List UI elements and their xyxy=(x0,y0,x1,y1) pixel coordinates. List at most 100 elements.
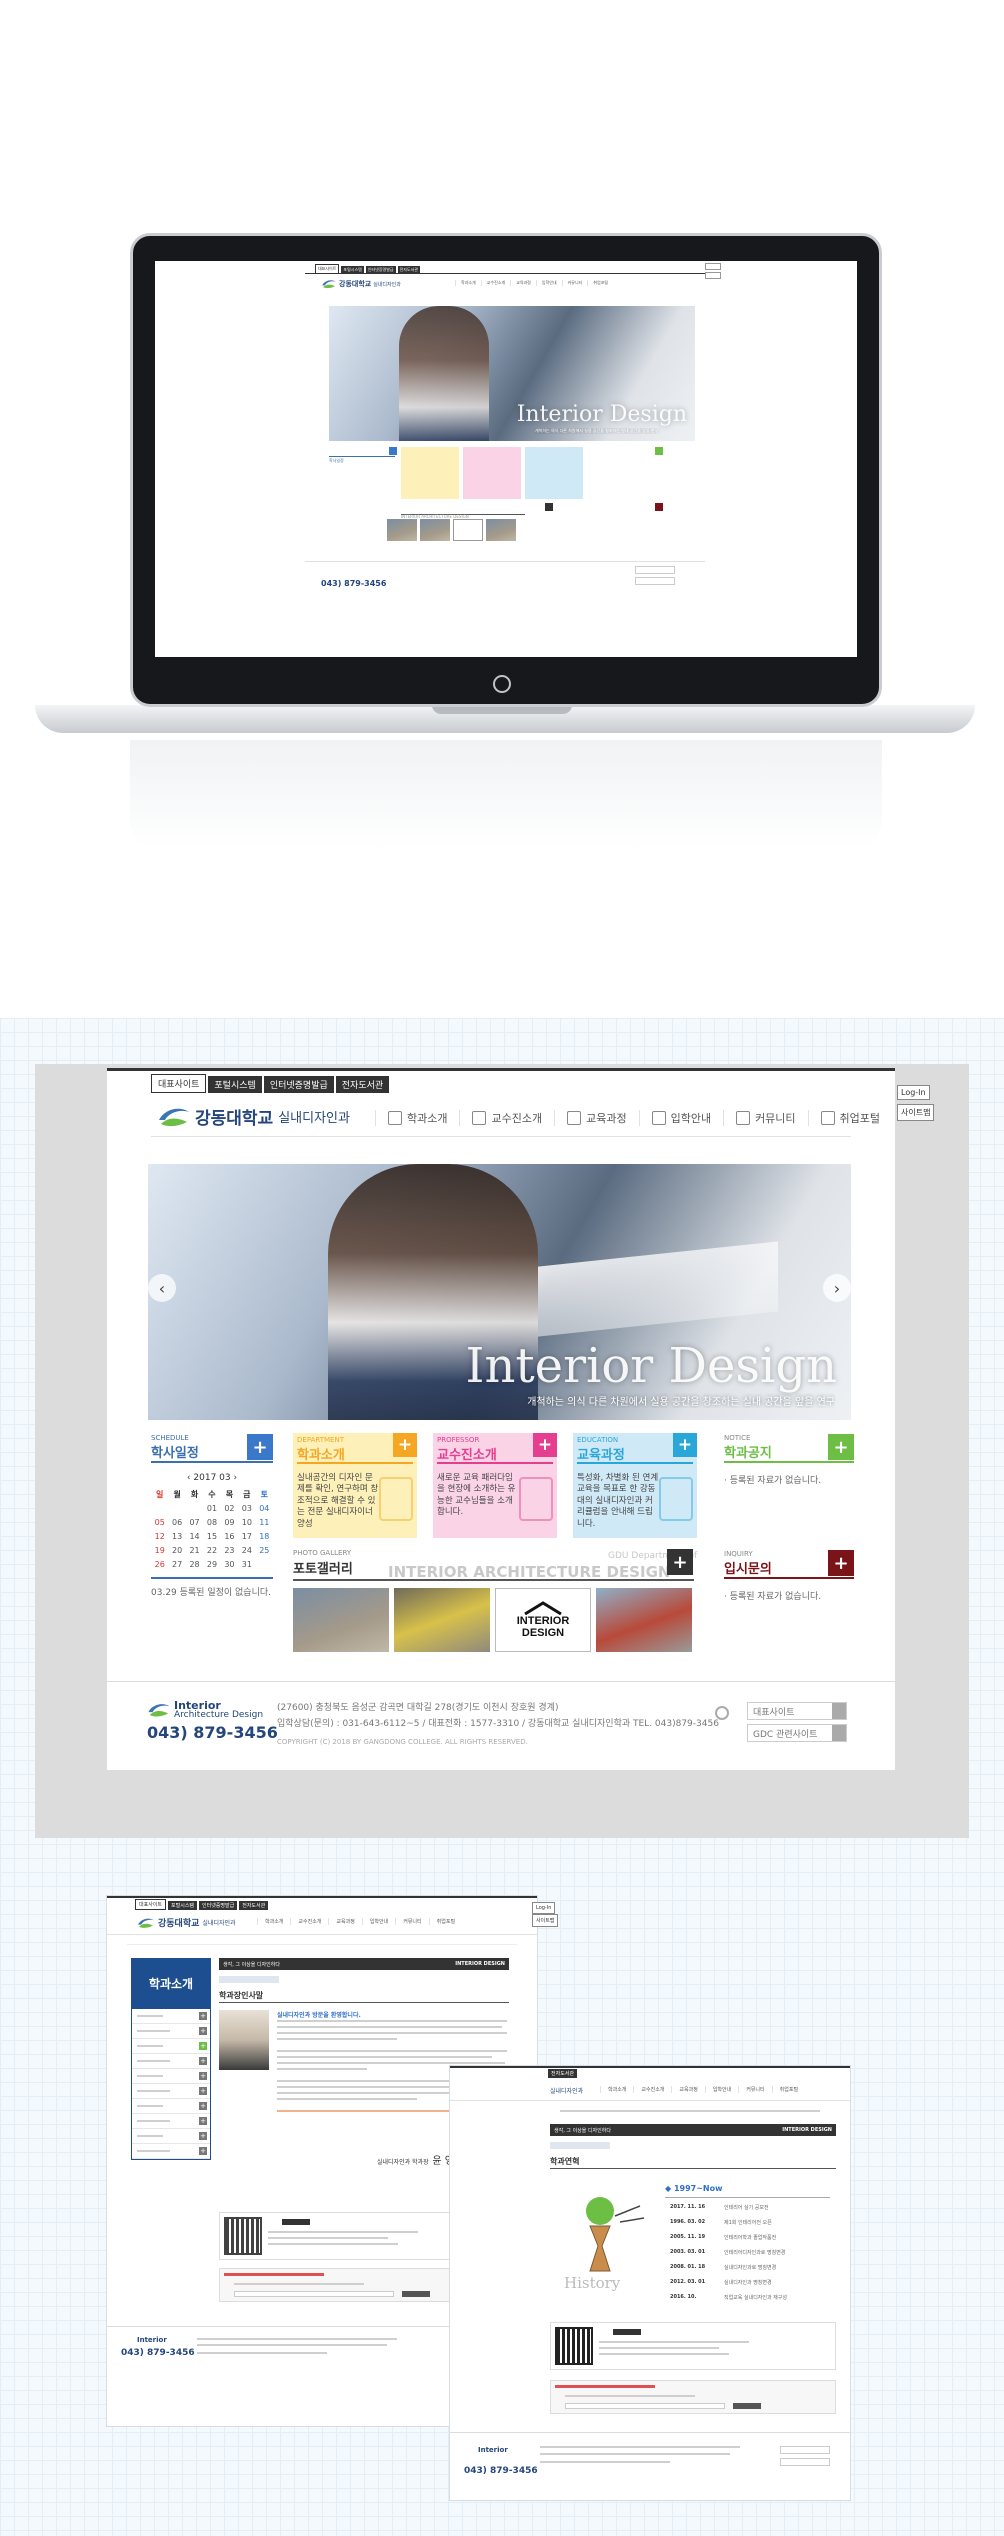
nav-item[interactable]: 교수진소개 xyxy=(290,1918,328,1925)
mini-nav-item[interactable]: 교수진소개 xyxy=(480,280,510,286)
calendar-day[interactable]: 11 xyxy=(256,1518,273,1527)
calendar-day[interactable]: 24 xyxy=(238,1546,255,1555)
calendar-day[interactable]: 06 xyxy=(168,1518,185,1527)
calendar-day[interactable]: 05 xyxy=(151,1518,168,1527)
nav-item[interactable]: 학과소개 xyxy=(600,2086,633,2093)
nav-department[interactable]: 학과소개 xyxy=(375,1110,459,1126)
top-link[interactable]: 대표사이트 xyxy=(135,1899,167,1910)
lnb-item[interactable]: + xyxy=(132,2039,210,2054)
calendar-day[interactable]: 30 xyxy=(221,1560,238,1569)
lnb-item[interactable]: + xyxy=(132,2054,210,2069)
schedule-more-button[interactable]: + xyxy=(247,1434,273,1460)
calendar-day[interactable]: 21 xyxy=(186,1546,203,1555)
card-more-button[interactable]: + xyxy=(393,1433,417,1457)
calendar-day[interactable]: 08 xyxy=(203,1518,220,1527)
sub1-logo[interactable]: 강동대학교 실내디자인과 xyxy=(137,1916,236,1929)
nav-curriculum[interactable]: 교육과정 xyxy=(554,1110,638,1126)
login-button[interactable]: Log-In xyxy=(897,1085,930,1100)
nav-item[interactable]: 커뮤니티 xyxy=(738,2086,771,2093)
nav-item[interactable]: 학과소개 xyxy=(257,1918,290,1925)
gallery-photo[interactable] xyxy=(293,1588,389,1652)
calendar-day[interactable]: 27 xyxy=(168,1560,185,1569)
hero-prev-button[interactable]: ‹ xyxy=(148,1274,176,1302)
calendar-day[interactable]: 15 xyxy=(203,1532,220,1541)
family-site-select[interactable]: 대표사이트 xyxy=(747,1702,847,1720)
sub1-login-button[interactable]: Log-In xyxy=(532,1902,556,1914)
calendar-day[interactable]: 14 xyxy=(186,1532,203,1541)
hero-next-button[interactable]: › xyxy=(823,1274,851,1302)
feature-card-education[interactable]: EDUCATION 교육과정 + 특성화, 차별화 된 연계교육을 목표로 한 강동대… xyxy=(573,1433,697,1538)
calendar-day[interactable]: 17 xyxy=(238,1532,255,1541)
lnb-item[interactable]: + xyxy=(132,2144,210,2159)
calendar-day[interactable]: 04 xyxy=(256,1504,273,1513)
calendar-day[interactable]: 31 xyxy=(238,1560,255,1569)
gallery-photo[interactable]: INTERIOR DESIGN xyxy=(495,1588,591,1652)
lnb-item[interactable]: + xyxy=(132,2024,210,2039)
feature-card-professor[interactable]: PROFESSOR 교수진소개 + 새로운 교육 패러다임을 현장에 소개하는 유능한… xyxy=(433,1433,557,1538)
gdc-site-select[interactable]: GDC 관련사이트 xyxy=(747,1724,847,1742)
calendar-day[interactable]: 09 xyxy=(221,1518,238,1527)
top-link[interactable]: 포털시스템 xyxy=(208,1076,262,1093)
top-link[interactable]: 전자도서관 xyxy=(239,1901,269,1910)
mini-nav-item[interactable]: 취업포털 xyxy=(587,280,613,286)
sitemap-button[interactable]: 사이트맵 xyxy=(897,1104,935,1121)
nav-community[interactable]: 커뮤니티 xyxy=(723,1110,807,1126)
lnb-item[interactable]: + xyxy=(132,2099,210,2114)
card-more-button[interactable]: + xyxy=(533,1433,557,1457)
calendar-day[interactable]: 29 xyxy=(203,1560,220,1569)
gallery-photo[interactable] xyxy=(596,1588,692,1652)
lnb-item[interactable]: + xyxy=(132,2114,210,2129)
lnb-item[interactable]: + xyxy=(132,2069,210,2084)
top-link[interactable]: 인터넷증명발급 xyxy=(263,1076,334,1093)
top-link[interactable]: 전자도서관 xyxy=(548,2069,578,2078)
calendar-day[interactable]: 03 xyxy=(238,1504,255,1513)
top-link[interactable]: 전자도서관 xyxy=(335,1076,390,1093)
mini-nav-item[interactable]: 학과소개 xyxy=(455,280,481,286)
card-more-button[interactable]: + xyxy=(673,1433,697,1457)
lnb-item[interactable]: + xyxy=(132,2009,210,2024)
nav-item[interactable]: 교육과정 xyxy=(671,2086,704,2093)
calendar-day[interactable]: 20 xyxy=(168,1546,185,1555)
calendar-day[interactable]: 25 xyxy=(256,1546,273,1555)
calendar-day[interactable]: 26 xyxy=(151,1560,168,1569)
nav-professors[interactable]: 교수진소개 xyxy=(459,1110,554,1126)
notice-more-button[interactable]: + xyxy=(828,1434,854,1460)
gallery-more-button[interactable]: + xyxy=(667,1549,693,1575)
gallery-photo[interactable] xyxy=(394,1588,490,1652)
mini-logo[interactable]: 강동대학교 실내디자인과 xyxy=(321,279,401,289)
mini-nav-item[interactable]: 교육과정 xyxy=(510,280,536,286)
nav-item[interactable]: 입학안내 xyxy=(704,2086,738,2093)
feature-card-department[interactable]: DEPARTMENT 학과소개 + 실내공간의 디자인 문제를 확인, 연구하며 창조… xyxy=(293,1433,417,1538)
nav-jobs[interactable]: 취업포털 xyxy=(807,1110,892,1126)
calendar-day[interactable]: 01 xyxy=(203,1504,220,1513)
nav-item[interactable]: 커뮤니티 xyxy=(395,1918,428,1925)
top-link[interactable]: 포털시스템 xyxy=(168,1901,198,1910)
nav-item[interactable]: 취업포털 xyxy=(428,1918,462,1925)
top-link[interactable]: 대표사이트 xyxy=(151,1074,207,1093)
calendar-day[interactable]: 22 xyxy=(203,1546,220,1555)
nav-item[interactable]: 교육과정 xyxy=(328,1918,361,1925)
nav-item[interactable]: 교수진소개 xyxy=(633,2086,671,2093)
calendar-day[interactable]: 23 xyxy=(221,1546,238,1555)
calendar-day[interactable]: 28 xyxy=(186,1560,203,1569)
calendar-day[interactable]: 07 xyxy=(186,1518,203,1527)
lnb-item[interactable]: + xyxy=(132,2084,210,2099)
sub2-logo-dept[interactable]: 실내디자인과 xyxy=(550,2086,583,2095)
calendar-day[interactable]: 18 xyxy=(256,1532,273,1541)
site-logo[interactable]: 강동대학교 실내디자인과 xyxy=(157,1104,350,1129)
top-link[interactable]: 인터넷증명발급 xyxy=(199,1901,238,1910)
lnb-item[interactable]: + xyxy=(132,2129,210,2144)
calendar-day[interactable]: 10 xyxy=(238,1518,255,1527)
mini-nav-item[interactable]: 입학안내 xyxy=(535,280,562,286)
sub1-sitemap-button[interactable]: 사이트맵 xyxy=(532,1914,559,1927)
mini-nav-item[interactable]: 커뮤니티 xyxy=(561,280,588,286)
nav-admission[interactable]: 입학안내 xyxy=(638,1110,723,1126)
calendar-day[interactable]: 12 xyxy=(151,1532,168,1541)
calendar-day[interactable]: 16 xyxy=(221,1532,238,1541)
nav-item[interactable]: 취업포털 xyxy=(771,2086,805,2093)
inquiry-more-button[interactable]: + xyxy=(828,1550,854,1576)
calendar-day[interactable]: 19 xyxy=(151,1546,168,1555)
calendar-day[interactable]: 13 xyxy=(168,1532,185,1541)
nav-item[interactable]: 입학안내 xyxy=(361,1918,395,1925)
calendar-day[interactable]: 02 xyxy=(221,1504,238,1513)
